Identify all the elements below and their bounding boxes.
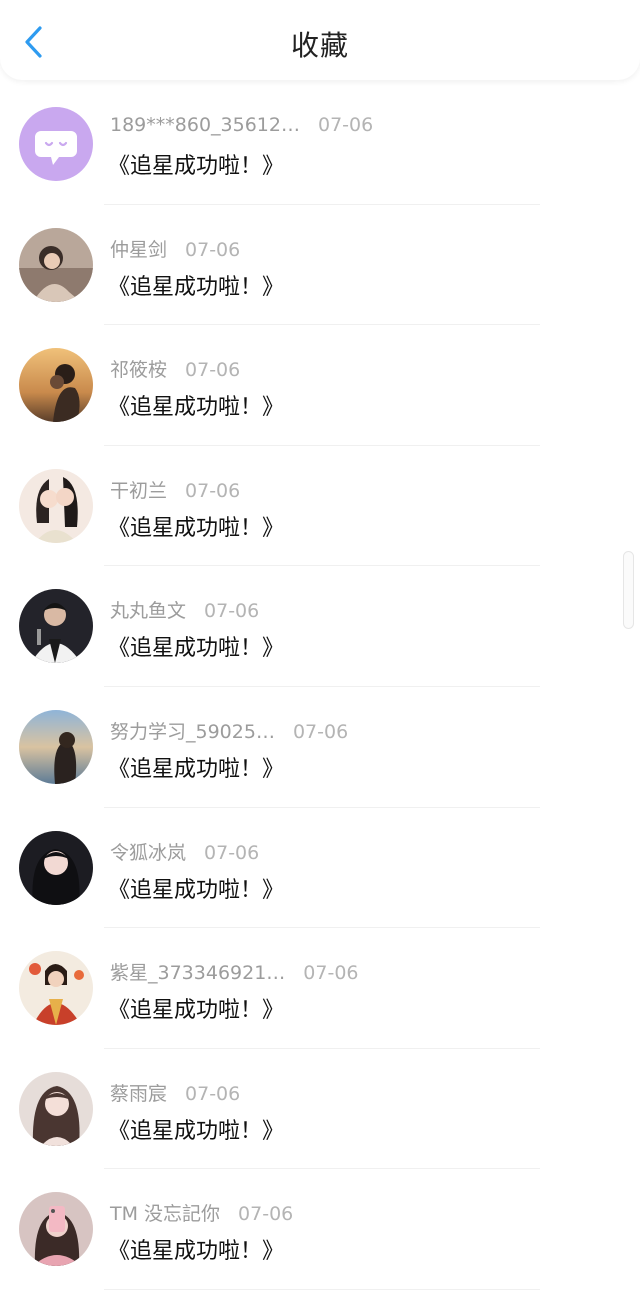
post-date: 07-06 [292,720,349,743]
avatar [19,107,93,181]
author-name[interactable]: 紫星_373346921… [110,958,285,985]
avatar [19,227,93,302]
avatar [19,830,93,905]
post-title[interactable]: 《追星成功啦！》 [108,872,284,904]
list-item[interactable]: 干初兰 07-06 《追星成功啦！》 [0,446,640,567]
post-title[interactable]: 《追星成功啦！》 [108,751,284,783]
avatar [19,1071,93,1146]
list-item[interactable]: 189***860_35612… 07-06 《追星成功啦！》 [0,84,640,205]
post-title[interactable]: 《追星成功啦！》 [108,1113,284,1145]
list-item[interactable]: 丸丸鱼文 07-06 《追星成功啦！》 [0,566,640,687]
author-name[interactable]: 令狐冰岚 [110,838,186,865]
post-title[interactable]: 《追星成功啦！》 [108,992,284,1024]
post-date: 07-06 [185,238,241,261]
author-name[interactable]: 189***860_35612… [110,114,300,136]
app-header: 收藏 [0,0,640,80]
post-date: 07-06 [185,479,241,502]
author-name[interactable]: 丸丸鱼文 [110,596,186,623]
list-item[interactable]: 努力学习_59025… 07-06 《追星成功啦！》 [0,687,640,808]
author-name[interactable]: 努力学习_59025… [110,717,275,744]
post-title[interactable]: 《追星成功啦！》 [108,389,284,421]
post-title[interactable]: 《追星成功啦！》 [108,510,284,542]
list-item[interactable]: 蔡雨宸 07-06 《追星成功啦！》 [0,1049,640,1170]
list-item[interactable]: 祁筱桉 07-06 《追星成功啦！》 [0,325,640,446]
post-title[interactable]: 《追星成功啦！》 [108,1233,284,1265]
avatar [19,709,93,784]
post-title[interactable]: 《追星成功啦！》 [108,269,284,301]
author-name[interactable]: 蔡雨宸 [110,1079,167,1106]
avatar [19,348,93,423]
post-date: 07-06 [204,600,260,623]
favorites-list: 189***860_35612… 07-06 《追星成功啦！》 仲星剑 07-0… [0,84,640,1290]
post-date: 07-06 [204,841,260,864]
avatar [19,1192,93,1267]
avatar [19,951,93,1026]
avatar [19,468,93,543]
post-date: 07-06 [317,114,374,136]
post-title[interactable]: 《追星成功啦！》 [108,630,284,662]
post-date: 07-06 [303,962,359,985]
post-date: 07-06 [185,1082,241,1105]
list-item[interactable]: 仲星剑 07-06 《追星成功啦！》 [0,205,640,326]
author-name[interactable]: TM 没忘記你 [110,1199,220,1226]
author-name[interactable]: 祁筱桉 [110,355,167,382]
list-item[interactable]: 令狐冰岚 07-06 《追星成功啦！》 [0,808,640,929]
post-date: 07-06 [238,1203,294,1226]
post-title[interactable]: 《追星成功啦！》 [108,148,284,180]
divider [104,1288,540,1290]
post-date: 07-06 [185,359,241,382]
page-title: 收藏 [290,29,349,62]
author-name[interactable]: 仲星剑 [110,235,167,262]
scrollbar-thumb[interactable] [623,551,634,629]
avatar [19,589,93,664]
author-name[interactable]: 干初兰 [110,476,167,503]
list-item[interactable]: TM 没忘記你 07-06 《追星成功啦！》 [0,1169,640,1290]
list-item[interactable]: 紫星_373346921… 07-06 《追星成功啦！》 [0,928,640,1049]
